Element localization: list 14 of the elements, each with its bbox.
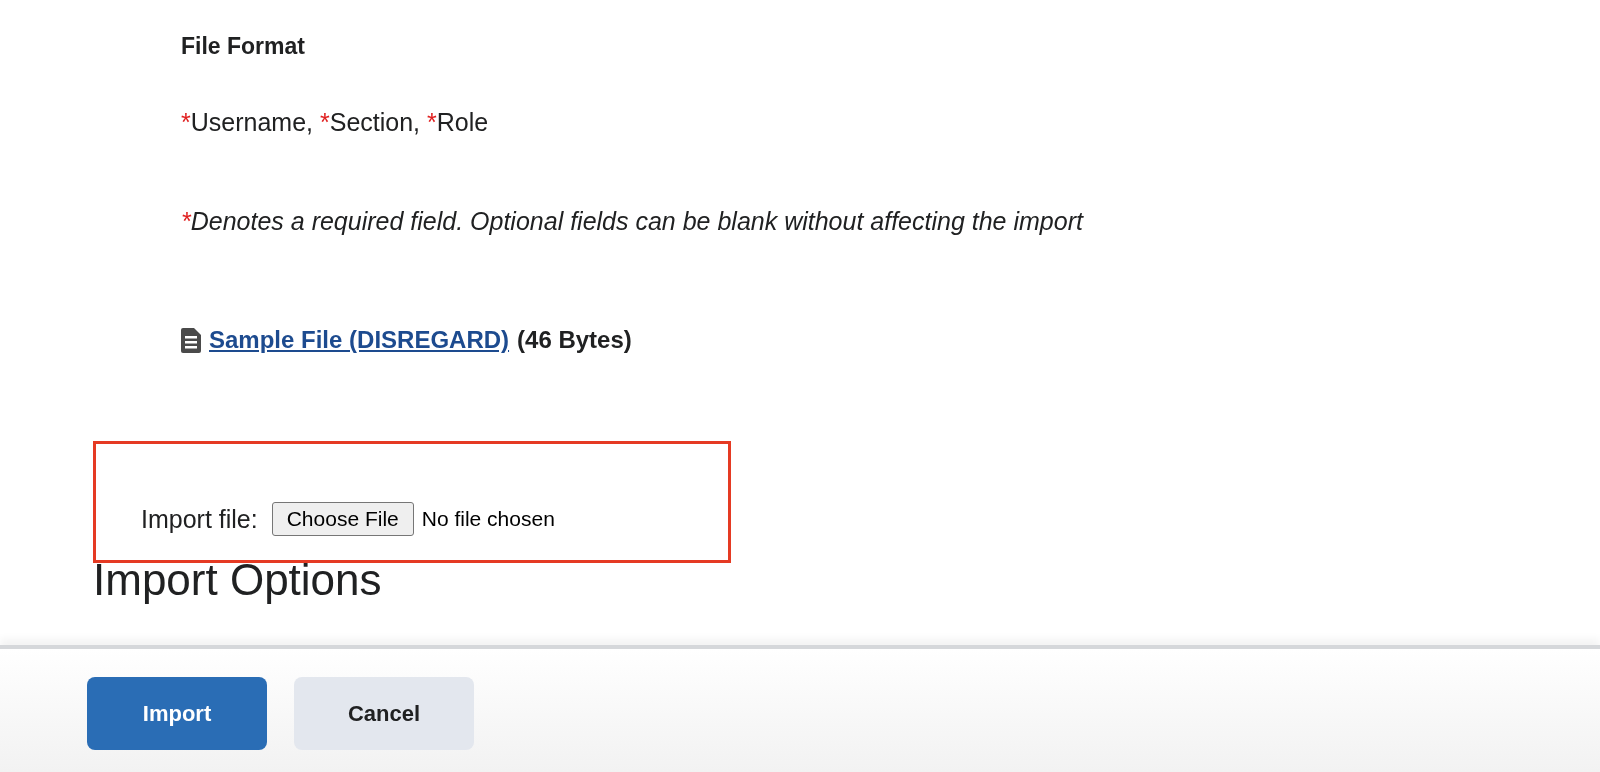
required-note: *Denotes a required field. Optional fields can be blank without affecting the import: [181, 207, 1085, 236]
field-name: *Username,: [181, 108, 313, 137]
file-size: (46 Bytes): [517, 326, 632, 354]
field-name: *Section,: [320, 108, 421, 137]
document-icon: [181, 327, 201, 353]
file-status: No file chosen: [421, 507, 555, 531]
choose-file-button[interactable]: Choose File: [271, 502, 414, 536]
section-heading: Import Options: [93, 555, 383, 605]
cancel-button[interactable]: Cancel: [294, 677, 474, 750]
import-button[interactable]: Import: [87, 677, 267, 750]
import-file-label: Import file:: [141, 504, 258, 534]
field-name: *Role: [427, 108, 489, 137]
sample-file-link[interactable]: Sample File (DISREGARD): [209, 326, 510, 354]
section-heading: File Format: [181, 33, 306, 60]
